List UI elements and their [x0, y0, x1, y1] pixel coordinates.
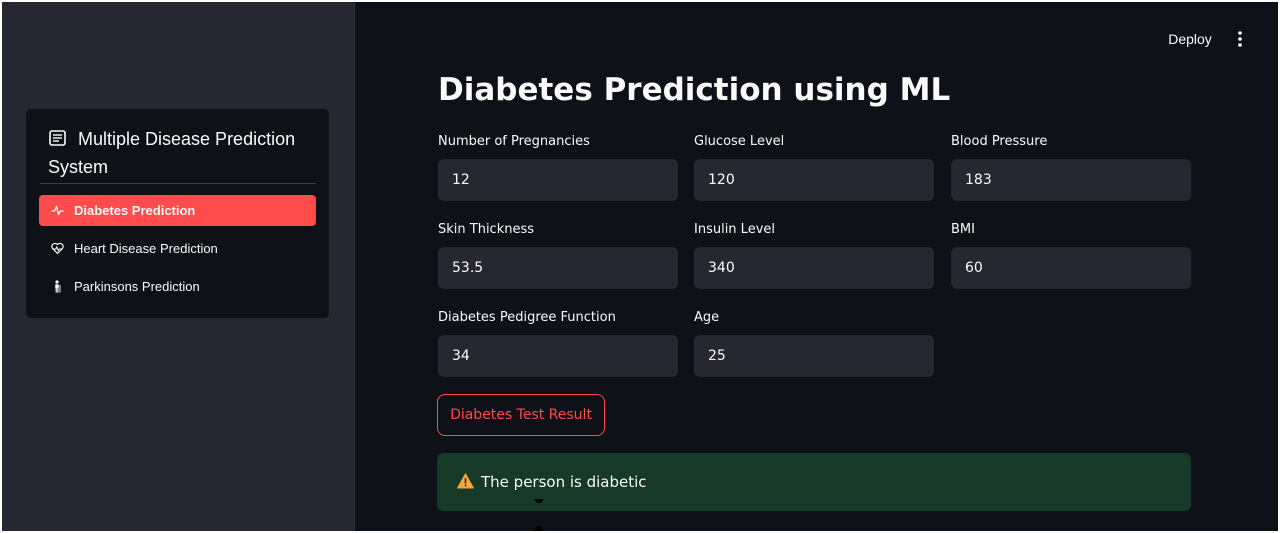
render-artifact: [534, 526, 544, 531]
sidebar-item-label: Parkinsons Prediction: [74, 279, 200, 294]
option-menu: Multiple Disease Prediction System Diabe…: [26, 109, 329, 318]
menu-title: Multiple Disease Prediction System: [48, 129, 296, 177]
render-artifact: [534, 499, 544, 503]
blood-pressure-label: Blood Pressure: [951, 134, 1048, 149]
sidebar-item-diabetes[interactable]: Diabetes Prediction: [39, 195, 316, 226]
glucose-label: Glucose Level: [694, 134, 785, 149]
warning-icon: [457, 473, 474, 489]
activity-icon: [51, 205, 64, 216]
pregnancies-label: Number of Pregnancies: [438, 134, 590, 149]
result-text: The person is diabetic: [481, 473, 647, 491]
sidebar-item-heart-disease[interactable]: Heart Disease Prediction: [39, 233, 316, 264]
insulin-input[interactable]: [694, 247, 934, 289]
menu-divider: [40, 183, 316, 184]
heart-pulse-icon: [51, 242, 64, 255]
pregnancies-input[interactable]: [438, 159, 678, 201]
sidebar-item-parkinsons[interactable]: Parkinsons Prediction: [39, 271, 316, 302]
glucose-input[interactable]: [694, 159, 934, 201]
sidebar-item-label: Heart Disease Prediction: [74, 241, 218, 256]
menu-header: Multiple Disease Prediction System: [48, 125, 318, 181]
pedigree-input[interactable]: [438, 335, 678, 377]
app-window: Multiple Disease Prediction System Diabe…: [2, 2, 1278, 531]
notepad-icon: [49, 130, 66, 146]
person-icon: [55, 280, 61, 293]
skin-thickness-label: Skin Thickness: [438, 222, 535, 237]
skin-thickness-input[interactable]: [438, 247, 678, 289]
sidebar-divider: [354, 2, 355, 531]
sidebar: Multiple Disease Prediction System Diabe…: [2, 2, 354, 531]
age-label: Age: [694, 310, 720, 325]
sidebar-item-label: Diabetes Prediction: [74, 203, 196, 218]
blood-pressure-input[interactable]: [951, 159, 1191, 201]
diabetes-test-result-button[interactable]: Diabetes Test Result: [437, 394, 605, 436]
deploy-button[interactable]: Deploy: [1160, 28, 1220, 50]
vertical-dots-icon[interactable]: [1230, 28, 1250, 50]
pedigree-label: Diabetes Pedigree Function: [438, 310, 616, 325]
bmi-label: BMI: [951, 222, 975, 237]
result-alert: The person is diabetic: [437, 453, 1191, 511]
bmi-input[interactable]: [951, 247, 1191, 289]
page-title: Diabetes Prediction using ML: [438, 72, 951, 108]
insulin-label: Insulin Level: [694, 222, 775, 237]
age-input[interactable]: [694, 335, 934, 377]
